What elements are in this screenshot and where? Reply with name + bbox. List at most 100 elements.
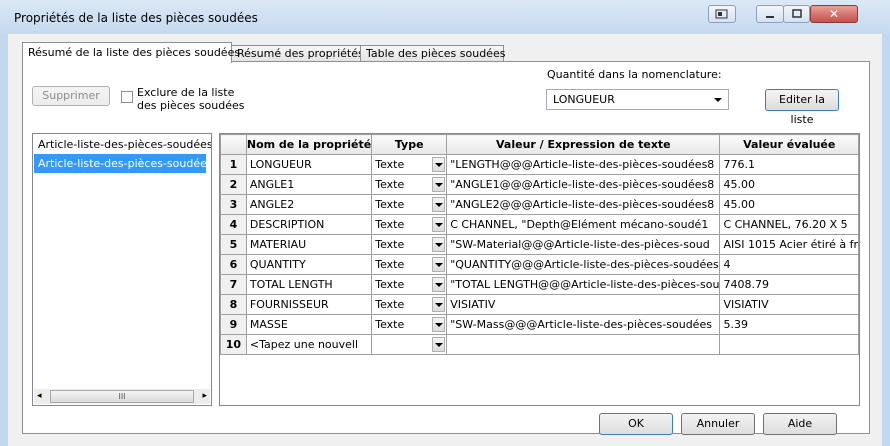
scroll-thumb[interactable]: III [50, 390, 194, 403]
table-row[interactable]: 1 LONGUEUR Texte "LENGTH@@@Article-liste-de… [220, 154, 859, 175]
property-name-cell[interactable]: MASSE [245, 314, 373, 335]
row-number[interactable]: 2 [220, 174, 247, 195]
type-dropdown-icon[interactable] [432, 337, 446, 352]
property-name-cell[interactable]: TOTAL LENGTH [245, 274, 373, 295]
type-dropdown-icon[interactable] [432, 157, 446, 172]
value-expression-cell[interactable] [446, 334, 721, 355]
value-expression-cell[interactable]: "ANGLE1@@@Article-liste-des-pièces-soudé… [446, 174, 721, 195]
table-row[interactable]: 7 TOTAL LENGTH Texte "TOTAL LENGTH@@@Articl… [220, 274, 859, 295]
row-number[interactable]: 6 [220, 254, 247, 275]
type-cell[interactable]: Texte [371, 254, 448, 275]
maximize-icon[interactable] [783, 5, 810, 23]
exclude-checkbox[interactable] [121, 91, 133, 103]
scroll-right-icon[interactable]: ▸ [202, 391, 207, 401]
properties-dialog: Propriétés de la liste des pièces soudée… [0, 0, 890, 446]
property-name-cell[interactable]: QUANTITY [245, 254, 373, 275]
type-dropdown-icon[interactable] [432, 297, 446, 312]
row-number[interactable]: 10 [220, 334, 247, 355]
type-dropdown-icon[interactable] [432, 257, 446, 272]
list-item-selected[interactable]: Article-liste-des-pièces-soudées8 [34, 154, 211, 173]
tab-property-summary[interactable]: Résumé des propriétés [231, 45, 364, 62]
header-evaluated-value[interactable]: Valeur évaluée [719, 134, 859, 155]
close-icon[interactable]: ✕ [810, 5, 858, 23]
property-name-cell-text: MATERIAU [249, 238, 307, 251]
type-cell[interactable]: Texte [371, 234, 448, 255]
evaluated-value-cell-text: 4 [723, 258, 731, 271]
table-row[interactable]: 5 MATERIAU Texte "SW-Material@@@Article-lis… [220, 234, 859, 255]
type-cell[interactable]: Texte [371, 194, 448, 215]
cancel-button[interactable]: Annuler [681, 413, 755, 435]
type-dropdown-icon[interactable] [432, 177, 446, 192]
table-row[interactable]: 2 ANGLE1 Texte "ANGLE1@@@Article-liste-des-… [220, 174, 859, 195]
type-dropdown-icon[interactable] [432, 237, 446, 252]
table-header-row: Nom de la propriété Type Valeur / Expres… [220, 134, 859, 155]
tab-weldment-table[interactable]: Table des pièces soudées [360, 45, 505, 62]
row-number[interactable]: 7 [220, 274, 247, 295]
type-cell-text: Texte [375, 258, 405, 271]
property-name-cell[interactable]: <Tapez une nouvell [245, 334, 373, 355]
value-expression-cell[interactable]: "LENGTH@@@Article-liste-des-pièces-soudé… [446, 154, 721, 175]
property-name-cell-text: ANGLE1 [249, 178, 295, 191]
row-number-text: 6 [229, 258, 238, 271]
type-cell[interactable]: Texte [371, 314, 448, 335]
header-property-name[interactable]: Nom de la propriété [245, 134, 373, 155]
quantity-dropdown[interactable]: LONGUEUR [546, 89, 729, 110]
delete-button[interactable]: Supprimer [32, 86, 110, 106]
row-number[interactable]: 4 [220, 214, 247, 235]
value-expression-cell[interactable]: VISIATIV [446, 294, 721, 315]
evaluated-value-cell: AISI 1015 Acier étiré à fr [719, 234, 859, 255]
table-row[interactable]: 3 ANGLE2 Texte "ANGLE2@@@Article-liste-des-… [220, 194, 859, 215]
row-number[interactable]: 1 [220, 154, 247, 175]
type-dropdown-icon[interactable] [432, 217, 446, 232]
table-row[interactable]: 4 DESCRIPTION Texte C CHANNEL, "Depth@Elém… [220, 214, 859, 235]
type-dropdown-icon[interactable] [432, 317, 446, 332]
type-cell[interactable]: Texte [371, 214, 448, 235]
value-expression-cell[interactable]: C CHANNEL, "Depth@Elément mécano-soudé1 [446, 214, 721, 235]
type-dropdown-icon[interactable] [432, 277, 446, 292]
table-row[interactable]: 8 FOURNISSEUR Texte VISIATIV VISIATIV [220, 294, 859, 315]
list-item[interactable]: Article-liste-des-pièces-soudées7 [34, 135, 211, 154]
value-expression-cell[interactable]: "SW-Material@@@Article-liste-des-pièces-… [446, 234, 721, 255]
row-number[interactable]: 8 [220, 294, 247, 315]
weldment-item-list[interactable]: Article-liste-des-pièces-soudées7 Articl… [32, 133, 212, 406]
property-name-cell[interactable]: ANGLE2 [245, 194, 373, 215]
type-dropdown-icon[interactable] [432, 197, 446, 212]
value-expression-cell[interactable]: "SW-Mass@@@Article-liste-des-pièces-soud… [446, 314, 721, 335]
type-cell[interactable]: Texte [371, 174, 448, 195]
table-row[interactable]: 9 MASSE Texte "SW-Mass@@@Article-liste-des-… [220, 314, 859, 335]
tab-weldment-summary[interactable]: Résumé de la liste des pièces soudées [22, 42, 240, 63]
row-number[interactable]: 3 [220, 194, 247, 215]
row-number-text: 7 [229, 278, 238, 291]
ok-button[interactable]: OK [599, 413, 673, 435]
table-row[interactable]: 10 <Tapez une nouvell [220, 334, 859, 355]
edit-list-button[interactable]: Editer la liste [765, 89, 839, 126]
evaluated-value-cell: 5.39 [719, 314, 859, 335]
property-name-cell-text: <Tapez une nouvell [249, 338, 359, 351]
value-expression-cell[interactable]: "TOTAL LENGTH@@@Article-liste-des-pièces… [446, 274, 721, 295]
header-value-expression[interactable]: Valeur / Expression de texte [446, 134, 721, 155]
title-bar[interactable]: Propriétés de la liste des pièces soudée… [0, 0, 890, 34]
restore-icon[interactable] [708, 5, 736, 23]
help-button[interactable]: Aide [763, 413, 837, 435]
property-name-cell[interactable]: LONGUEUR [245, 154, 373, 175]
property-grid[interactable]: Nom de la propriété Type Valeur / Expres… [219, 133, 860, 406]
value-expression-cell[interactable]: "QUANTITY@@@Article-liste-des-pièces-sou… [446, 254, 721, 275]
row-number[interactable]: 9 [220, 314, 247, 335]
property-name-cell[interactable]: ANGLE1 [245, 174, 373, 195]
row-number-text: 3 [229, 198, 238, 211]
scroll-left-icon[interactable]: ◂ [37, 391, 42, 401]
header-type[interactable]: Type [371, 134, 448, 155]
table-row[interactable]: 6 QUANTITY Texte "QUANTITY@@@Article-liste-… [220, 254, 859, 275]
type-cell[interactable]: Texte [371, 294, 448, 315]
row-number[interactable]: 5 [220, 234, 247, 255]
type-cell[interactable]: Texte [371, 274, 448, 295]
minimize-icon[interactable] [756, 5, 784, 23]
property-name-cell-text: TOTAL LENGTH [249, 278, 333, 291]
value-expression-cell[interactable]: "ANGLE2@@@Article-liste-des-pièces-soudé… [446, 194, 721, 215]
property-name-cell[interactable]: DESCRIPTION [245, 214, 373, 235]
property-name-cell[interactable]: MATERIAU [245, 234, 373, 255]
list-horizontal-scrollbar[interactable]: ◂ III ▸ [34, 389, 210, 404]
type-cell[interactable]: Texte [371, 154, 448, 175]
type-cell[interactable] [371, 334, 448, 355]
property-name-cell[interactable]: FOURNISSEUR [245, 294, 373, 315]
